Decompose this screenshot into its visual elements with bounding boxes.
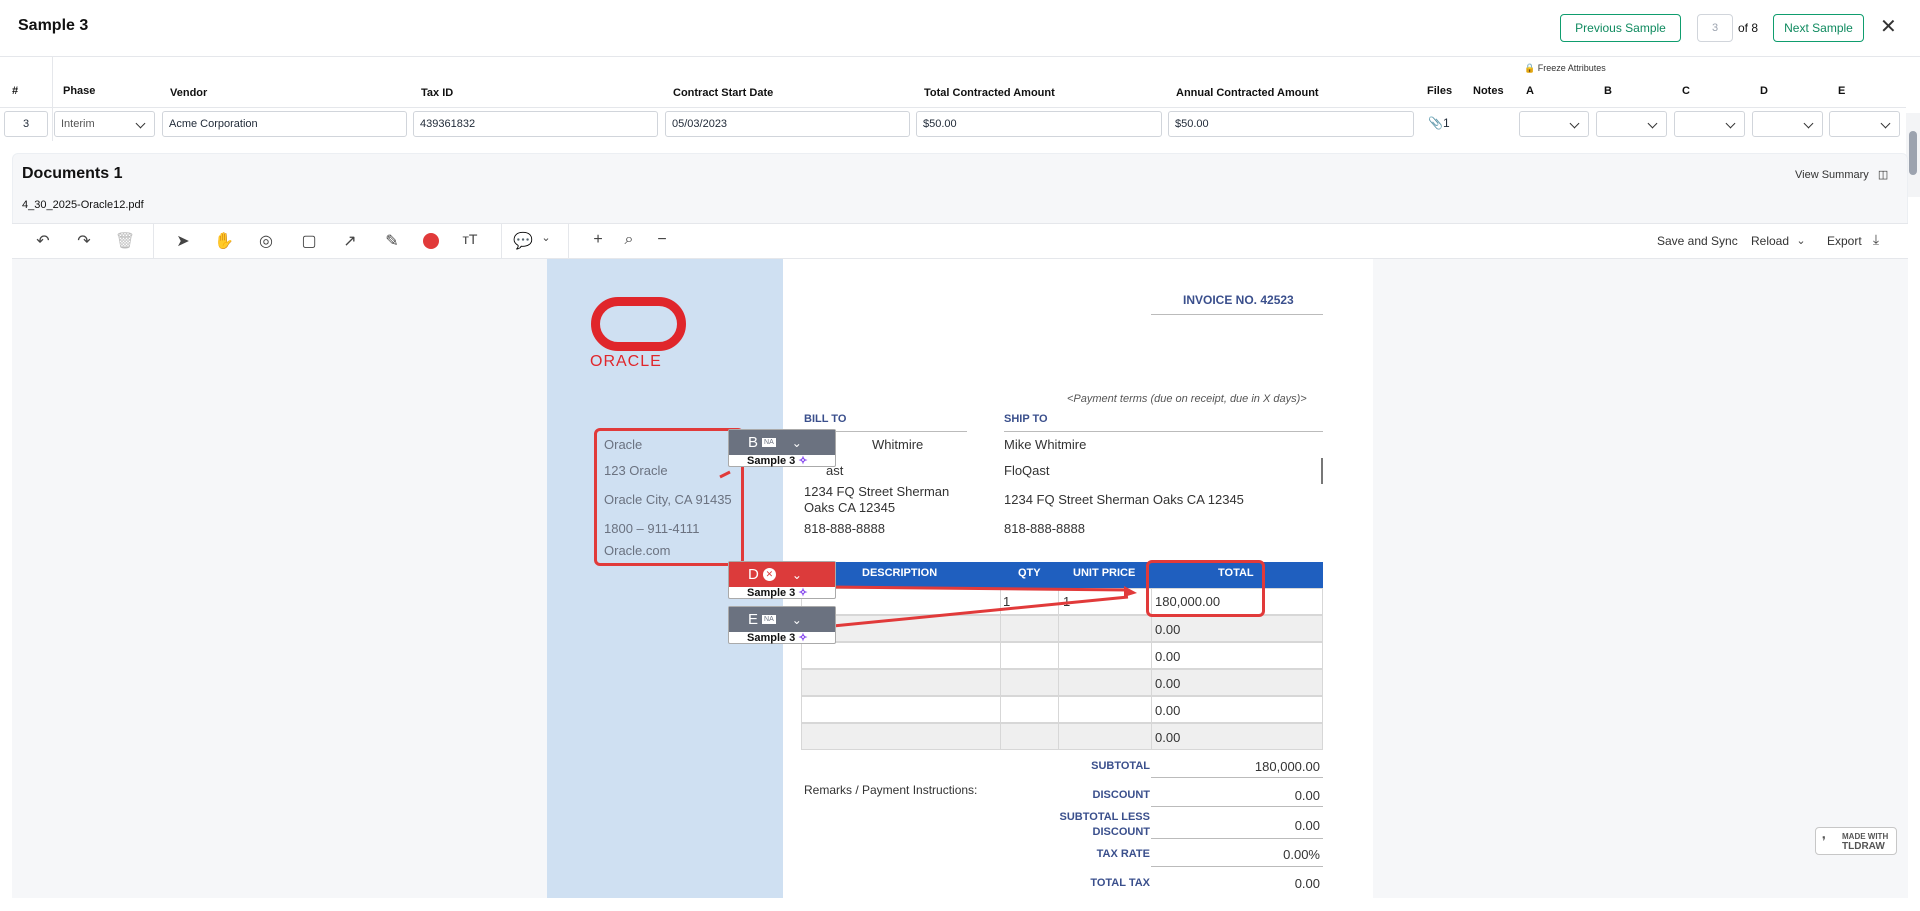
attribute-tag-e[interactable]: E NA ⌄ Sample 3 ✧ (728, 606, 836, 644)
chevron-down-icon[interactable]: ⌄ (792, 613, 802, 627)
tldraw-line1: MADE WITH (1842, 832, 1889, 841)
sparkle-icon: ✧ (798, 587, 808, 599)
tag-letter: B (748, 434, 759, 451)
annotation-arrows (719, 470, 1137, 628)
tldraw-line2: TLDRAW (1842, 841, 1885, 852)
tag-b-header[interactable]: B NA ⌄ (729, 430, 835, 455)
tag-d-header[interactable]: D ✕ ⌄ (729, 562, 835, 587)
tag-sample-label: Sample 3 ✧ (747, 455, 808, 467)
chevron-down-icon[interactable]: ⌄ (792, 436, 802, 450)
tag-letter: E (748, 611, 759, 628)
tldraw-logo-icon: ❜ (1822, 834, 1826, 848)
na-badge: NA (762, 438, 776, 447)
error-x-icon: ✕ (762, 568, 776, 581)
tag-letter: D (748, 566, 759, 583)
tag-e-header[interactable]: E NA ⌄ (729, 607, 835, 632)
chevron-down-icon[interactable]: ⌄ (792, 568, 802, 582)
made-with-tldraw-badge[interactable]: ❜ MADE WITH TLDRAW (1815, 827, 1897, 855)
sparkle-icon: ✧ (798, 632, 808, 644)
tag-sample-label: Sample 3 ✧ (747, 587, 808, 599)
na-badge: NA (762, 615, 776, 624)
attribute-tag-b[interactable]: B NA ⌄ Sample 3 ✧ (728, 429, 836, 467)
attribute-tag-d[interactable]: D ✕ ⌄ Sample 3 ✧ (728, 561, 836, 599)
sparkle-icon: ✧ (798, 455, 808, 467)
tag-sample-label: Sample 3 ✧ (747, 632, 808, 644)
